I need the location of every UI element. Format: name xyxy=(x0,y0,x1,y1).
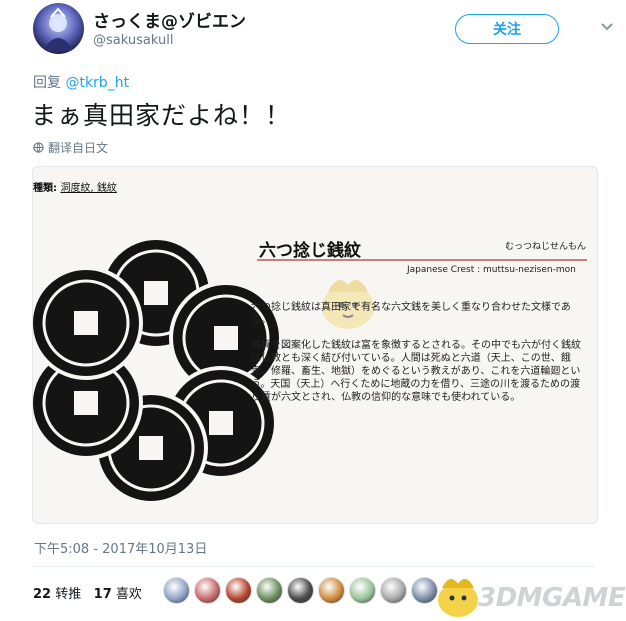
reply-context: 回复 @tkrb_ht xyxy=(33,72,129,92)
liker-avatar[interactable] xyxy=(349,577,376,604)
user-handle[interactable]: @sakusakull xyxy=(93,33,173,48)
description-paragraph-1: 六つ捻じ銭紋は真田家で有名な六文銭を美しく重なり合わせた文様である。 xyxy=(251,302,571,326)
liker-avatar[interactable] xyxy=(163,577,190,604)
liker-avatar[interactable] xyxy=(287,577,314,604)
avatar-image xyxy=(33,3,84,54)
liker-avatar[interactable] xyxy=(256,577,283,604)
retweet-count[interactable]: 22 xyxy=(33,587,51,602)
types-value: 洞度紋, 銭紋 xyxy=(60,183,117,194)
crest-title: 六つ捻じ銭紋 xyxy=(259,241,361,261)
follow-button[interactable]: 关注 xyxy=(455,14,559,44)
liker-avatar[interactable] xyxy=(225,577,252,604)
watermark-text: 3DMGAME xyxy=(478,583,626,613)
muttsu-nezisen-crest-icon xyxy=(33,236,281,503)
reply-mention-link[interactable]: @tkrb_ht xyxy=(65,75,129,91)
reply-prefix: 回复 xyxy=(33,75,61,91)
crest-reading: むっつねじせんもん xyxy=(505,242,587,252)
translate-link[interactable]: 翻译自日文 xyxy=(33,139,108,156)
types-row: 種類: 洞度紋, 銭紋 xyxy=(33,179,117,194)
crest-english-name: Japanese Crest : muttsu-nezisen-mon xyxy=(407,265,576,275)
coin-6 xyxy=(33,266,143,380)
divider xyxy=(32,566,594,567)
translate-label: 翻译自日文 xyxy=(48,141,109,155)
like-count[interactable]: 17 xyxy=(94,587,112,602)
liker-avatar[interactable] xyxy=(318,577,345,604)
globe-icon xyxy=(33,142,44,153)
liker-avatar[interactable] xyxy=(380,577,407,604)
retweet-label[interactable]: 转推 xyxy=(55,587,81,602)
tweet-timestamp[interactable]: 下午5:08 - 2017年10月13日 xyxy=(34,538,207,557)
liker-avatar[interactable] xyxy=(194,577,221,604)
tweet-image-card[interactable]: 種類: 洞度紋, 銭紋 六つ捻じ銭紋 むっつねじせんもん Japanese Cr… xyxy=(32,166,598,524)
types-label: 種類: xyxy=(33,183,57,194)
avatar[interactable] xyxy=(33,3,84,54)
title-underline xyxy=(257,259,587,261)
description-paragraph-2: 銭貨を図案化した銭紋は富を象徴するとされる。その中でも六が付く銭紋は仏教とも深く… xyxy=(251,340,581,403)
like-label[interactable]: 喜欢 xyxy=(116,587,142,602)
tweet-stats: 22 转推 17 喜欢 xyxy=(33,583,142,602)
chevron-down-icon[interactable] xyxy=(597,16,617,36)
liker-avatars xyxy=(163,577,438,604)
display-name[interactable]: さっくま@ゾビエン xyxy=(93,7,246,32)
tweet-text: まぁ真田家だよね！！ xyxy=(31,101,292,130)
